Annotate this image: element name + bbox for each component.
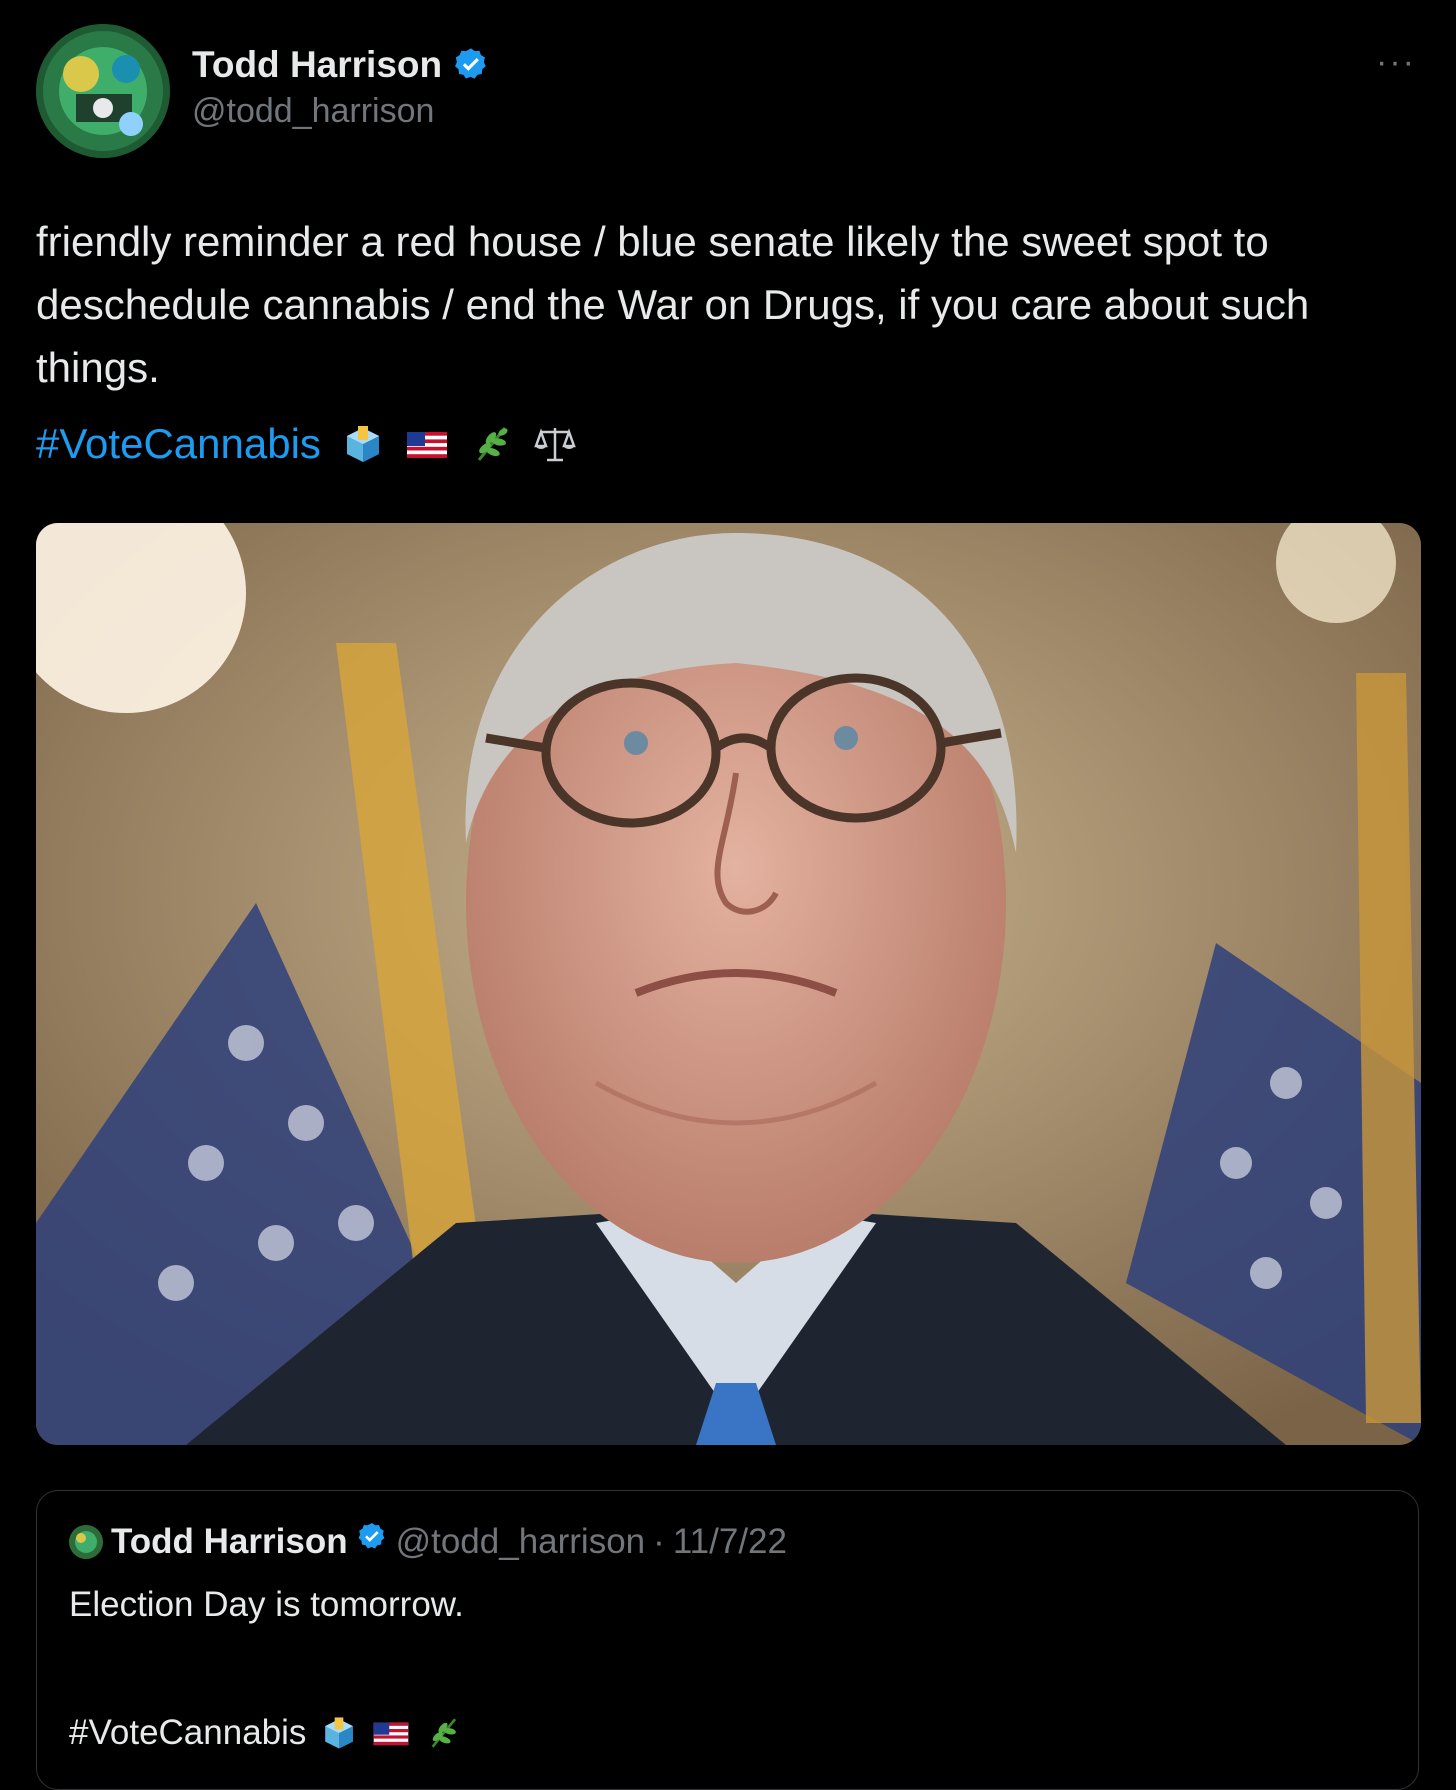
- scales-icon: [533, 422, 577, 466]
- quoted-hashtag-row: #VoteCannabis: [69, 1713, 462, 1753]
- us-flag-icon: [372, 1714, 410, 1752]
- tweet-hashtag-row: #VoteCannabis: [36, 420, 577, 468]
- herb-icon: [469, 422, 513, 466]
- ballot-box-icon: [341, 422, 385, 466]
- tweet-text: friendly reminder a red house / blue sen…: [36, 218, 1310, 391]
- quoted-separator: ·: [653, 1521, 665, 1561]
- author-handle[interactable]: @todd_harrison: [192, 92, 434, 131]
- author-name[interactable]: Todd Harrison: [192, 44, 442, 86]
- author-avatar[interactable]: [36, 24, 170, 158]
- quoted-tweet-text: Election Day is tomorrow.: [69, 1585, 464, 1624]
- verified-badge-icon: [356, 1521, 388, 1562]
- quoted-author-name: Todd Harrison: [111, 1521, 348, 1561]
- quoted-tweet[interactable]: Todd Harrison @todd_harrison · 11/7/22 E…: [36, 1490, 1419, 1790]
- quoted-author-handle: @todd_harrison: [395, 1521, 646, 1561]
- ballot-box-icon: [320, 1714, 358, 1752]
- tweet[interactable]: Todd Harrison @todd_harrison ··· friendl…: [0, 0, 1456, 1790]
- more-options-icon[interactable]: ···: [1376, 45, 1416, 79]
- quoted-author-avatar: [69, 1524, 103, 1559]
- us-flag-icon: [405, 422, 449, 466]
- herb-icon: [424, 1714, 462, 1752]
- tweet-photo[interactable]: [36, 523, 1421, 1445]
- hashtag-link[interactable]: #VoteCannabis: [36, 420, 321, 468]
- quoted-date: 11/7/22: [672, 1521, 787, 1561]
- verified-badge-icon: [452, 46, 490, 84]
- quoted-hashtag: #VoteCannabis: [69, 1713, 307, 1752]
